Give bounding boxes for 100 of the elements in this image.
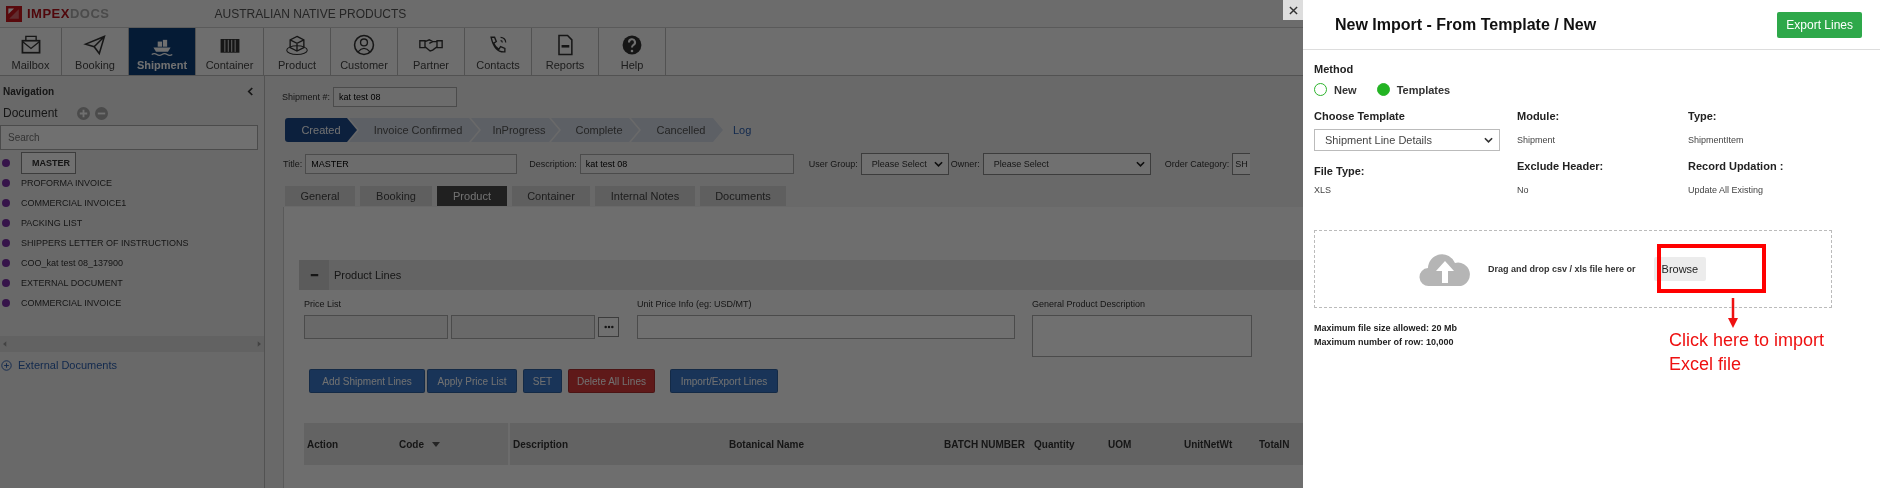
select-field[interactable]: Please Select bbox=[860, 153, 949, 175]
tab[interactable]: Container bbox=[512, 186, 590, 206]
document-item[interactable]: COO_kat test 08_137900 bbox=[21, 258, 124, 268]
tab[interactable]: Documents bbox=[700, 186, 786, 206]
toolbar-button[interactable]: Reports bbox=[532, 28, 599, 75]
panel-title: New Import - From Template / New bbox=[1335, 15, 1597, 34]
toolbar-button[interactable]: Help bbox=[599, 28, 666, 75]
company-name: AUSTRALIAN NATIVE PRODUCTS bbox=[214, 6, 407, 21]
document-item[interactable]: EXTERNAL DOCUMENT bbox=[21, 278, 123, 288]
field-label: Exclude Header: bbox=[1517, 160, 1605, 172]
shipment-field[interactable]: kat test 08 bbox=[333, 87, 458, 107]
collapse-icon[interactable] bbox=[247, 86, 254, 96]
radio-button[interactable] bbox=[1314, 83, 1327, 96]
toolbar-button[interactable]: Product bbox=[264, 28, 331, 75]
external-documents-link[interactable]: External Documents bbox=[18, 359, 118, 371]
action-button[interactable]: Apply Price List bbox=[427, 369, 517, 393]
chevron-down-icon[interactable] bbox=[1484, 137, 1493, 143]
drop-zone[interactable]: Drag and drop csv / xls file here or Browse bbox=[1314, 230, 1832, 308]
template-select[interactable]: Shipment Line Details bbox=[1314, 129, 1500, 151]
toolbar-button[interactable]: Mailbox bbox=[0, 28, 62, 75]
toolbar-button[interactable]: Customer bbox=[331, 28, 398, 75]
tab[interactable]: Booking bbox=[360, 186, 432, 206]
field-label: File Type: bbox=[1314, 165, 1366, 177]
column-header[interactable]: Code bbox=[399, 438, 424, 450]
column-header[interactable]: UOM bbox=[1108, 438, 1132, 450]
export-button[interactable]: Export Lines bbox=[1777, 11, 1862, 38]
log-link[interactable]: Log bbox=[733, 124, 752, 136]
more-icon[interactable] bbox=[603, 325, 614, 329]
document-item[interactable]: SHIPPERS LETTER OF INSTRUCTIONS bbox=[21, 238, 189, 248]
document-dot bbox=[2, 259, 10, 267]
document-item[interactable]: COMMERCIAL INVOICE1 bbox=[21, 198, 127, 208]
field-label: Title: bbox=[283, 159, 303, 169]
column-header[interactable]: Quantity bbox=[1034, 438, 1075, 450]
search-field[interactable]: Search bbox=[0, 125, 258, 150]
status-step[interactable]: Complete bbox=[551, 118, 639, 142]
toolbar-button[interactable]: Container bbox=[196, 28, 264, 75]
remove-icon[interactable] bbox=[94, 106, 108, 120]
radio-label[interactable]: Templates bbox=[1396, 83, 1451, 96]
field-value: XLS bbox=[1314, 185, 1332, 195]
paper-plane-icon bbox=[83, 32, 107, 57]
field-value: Update All Existing bbox=[1688, 185, 1765, 195]
add-icon[interactable] bbox=[76, 106, 90, 120]
horizontal-scrollbar[interactable] bbox=[0, 336, 264, 352]
toolbar-button[interactable]: Partner bbox=[398, 28, 465, 75]
column-header[interactable]: UnitNetWt bbox=[1184, 438, 1233, 450]
section-header[interactable]: Product Lines bbox=[299, 260, 1303, 290]
action-button[interactable]: Add Shipment Lines bbox=[309, 369, 425, 393]
document-dot bbox=[2, 239, 10, 247]
field-label: Owner: bbox=[950, 159, 980, 169]
tab[interactable]: General bbox=[285, 186, 355, 206]
collapse-icon[interactable] bbox=[309, 273, 319, 277]
text-area[interactable] bbox=[1032, 315, 1252, 357]
more-button[interactable] bbox=[598, 317, 619, 337]
close-icon[interactable] bbox=[1288, 5, 1298, 15]
arrow-icon bbox=[1728, 298, 1738, 328]
field-label: Choose Template bbox=[1314, 110, 1406, 122]
document-dot bbox=[2, 179, 10, 187]
column-header[interactable]: Botanical Name bbox=[729, 438, 805, 450]
logo-icon bbox=[6, 5, 22, 22]
status-step[interactable]: InProgress bbox=[471, 118, 559, 142]
column-header[interactable]: Action bbox=[307, 438, 339, 450]
input-field[interactable] bbox=[304, 315, 448, 339]
radio-button[interactable] bbox=[1376, 83, 1390, 96]
document-item[interactable]: PACKING LIST bbox=[21, 218, 83, 228]
field-value: Shipment bbox=[1517, 135, 1557, 145]
document-item[interactable]: COMMERCIAL INVOICE bbox=[21, 298, 122, 308]
select-field[interactable]: SH bbox=[1232, 153, 1251, 175]
input-field[interactable] bbox=[451, 315, 595, 339]
toolbar-button[interactable]: Contacts bbox=[465, 28, 532, 75]
select-field[interactable]: Please Select bbox=[982, 153, 1151, 175]
toolbar-button[interactable]: Shipment bbox=[129, 28, 196, 75]
radio-label[interactable]: New bbox=[1334, 83, 1357, 96]
navigation-title: Navigation bbox=[3, 85, 55, 97]
limit-note: Maximum number of row: 10,000 bbox=[1314, 336, 1455, 349]
browse-button[interactable]: Browse bbox=[1653, 257, 1707, 281]
input-field[interactable] bbox=[637, 315, 1015, 339]
field-label: Order Category: bbox=[1164, 159, 1230, 169]
column-header[interactable]: Description bbox=[513, 438, 568, 450]
field-label: General Product Description bbox=[1032, 299, 1147, 309]
text-field[interactable]: MASTER bbox=[305, 154, 518, 174]
document-item[interactable]: PROFORMA INVOICE bbox=[21, 178, 112, 188]
action-button[interactable]: Delete All Lines bbox=[568, 369, 655, 393]
action-button[interactable]: SET bbox=[523, 369, 562, 393]
column-header[interactable]: TotalN bbox=[1259, 438, 1290, 450]
tab[interactable]: Product bbox=[437, 186, 507, 206]
document-heading: Document bbox=[3, 106, 58, 120]
action-button[interactable]: Import/Export Lines bbox=[670, 369, 778, 393]
column-header[interactable]: BATCH NUMBER bbox=[944, 438, 1025, 450]
document-dot bbox=[2, 279, 10, 287]
tab[interactable]: Internal Notes bbox=[595, 186, 695, 206]
field-value: No bbox=[1517, 185, 1530, 195]
sort-icon[interactable] bbox=[432, 441, 440, 447]
close-button[interactable] bbox=[1283, 0, 1303, 20]
document-item[interactable]: MASTER bbox=[21, 152, 76, 174]
add-icon[interactable] bbox=[1, 359, 12, 371]
status-step[interactable]: Cancelled bbox=[631, 118, 723, 142]
status-step[interactable]: Invoice Confirmed bbox=[349, 118, 479, 142]
text-field[interactable]: kat test 08 bbox=[579, 154, 794, 174]
document-dot bbox=[2, 199, 10, 207]
field-label: User Group: bbox=[808, 159, 858, 169]
